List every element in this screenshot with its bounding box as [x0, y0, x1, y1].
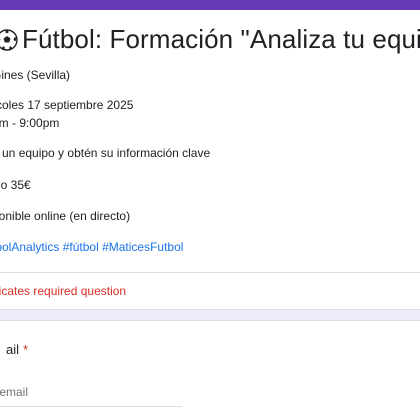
form-title: Fútbol: Formación "Analiza tu equipo	[0, 24, 420, 55]
header-divider	[0, 272, 420, 273]
email-input[interactable]	[0, 382, 182, 407]
email-question-label: ail *	[6, 342, 28, 357]
event-date: rcoles 17 septiembre 2025	[0, 98, 134, 112]
form-title-text: Fútbol: Formación "Analiza tu equipo	[22, 24, 420, 54]
soccer-ball-icon	[0, 28, 18, 51]
event-availability: ponible online (en directo)	[0, 209, 131, 223]
event-time: pm - 9:00pm	[0, 116, 60, 130]
email-label-text: ail	[6, 342, 20, 357]
event-hashtags[interactable]: tbolAnalytics #fútbol #MaticesFutbol	[0, 240, 183, 254]
required-asterisk: *	[23, 342, 29, 357]
required-question-notice: dicates required question	[0, 284, 127, 298]
form-page: Fútbol: Formación "Analiza tu equipo Gin…	[0, 0, 420, 420]
event-price: cio 35€	[0, 178, 31, 192]
event-location: Gines (Sevilla)	[0, 68, 71, 82]
event-description: e un equipo y obtén su información clave	[0, 146, 211, 160]
